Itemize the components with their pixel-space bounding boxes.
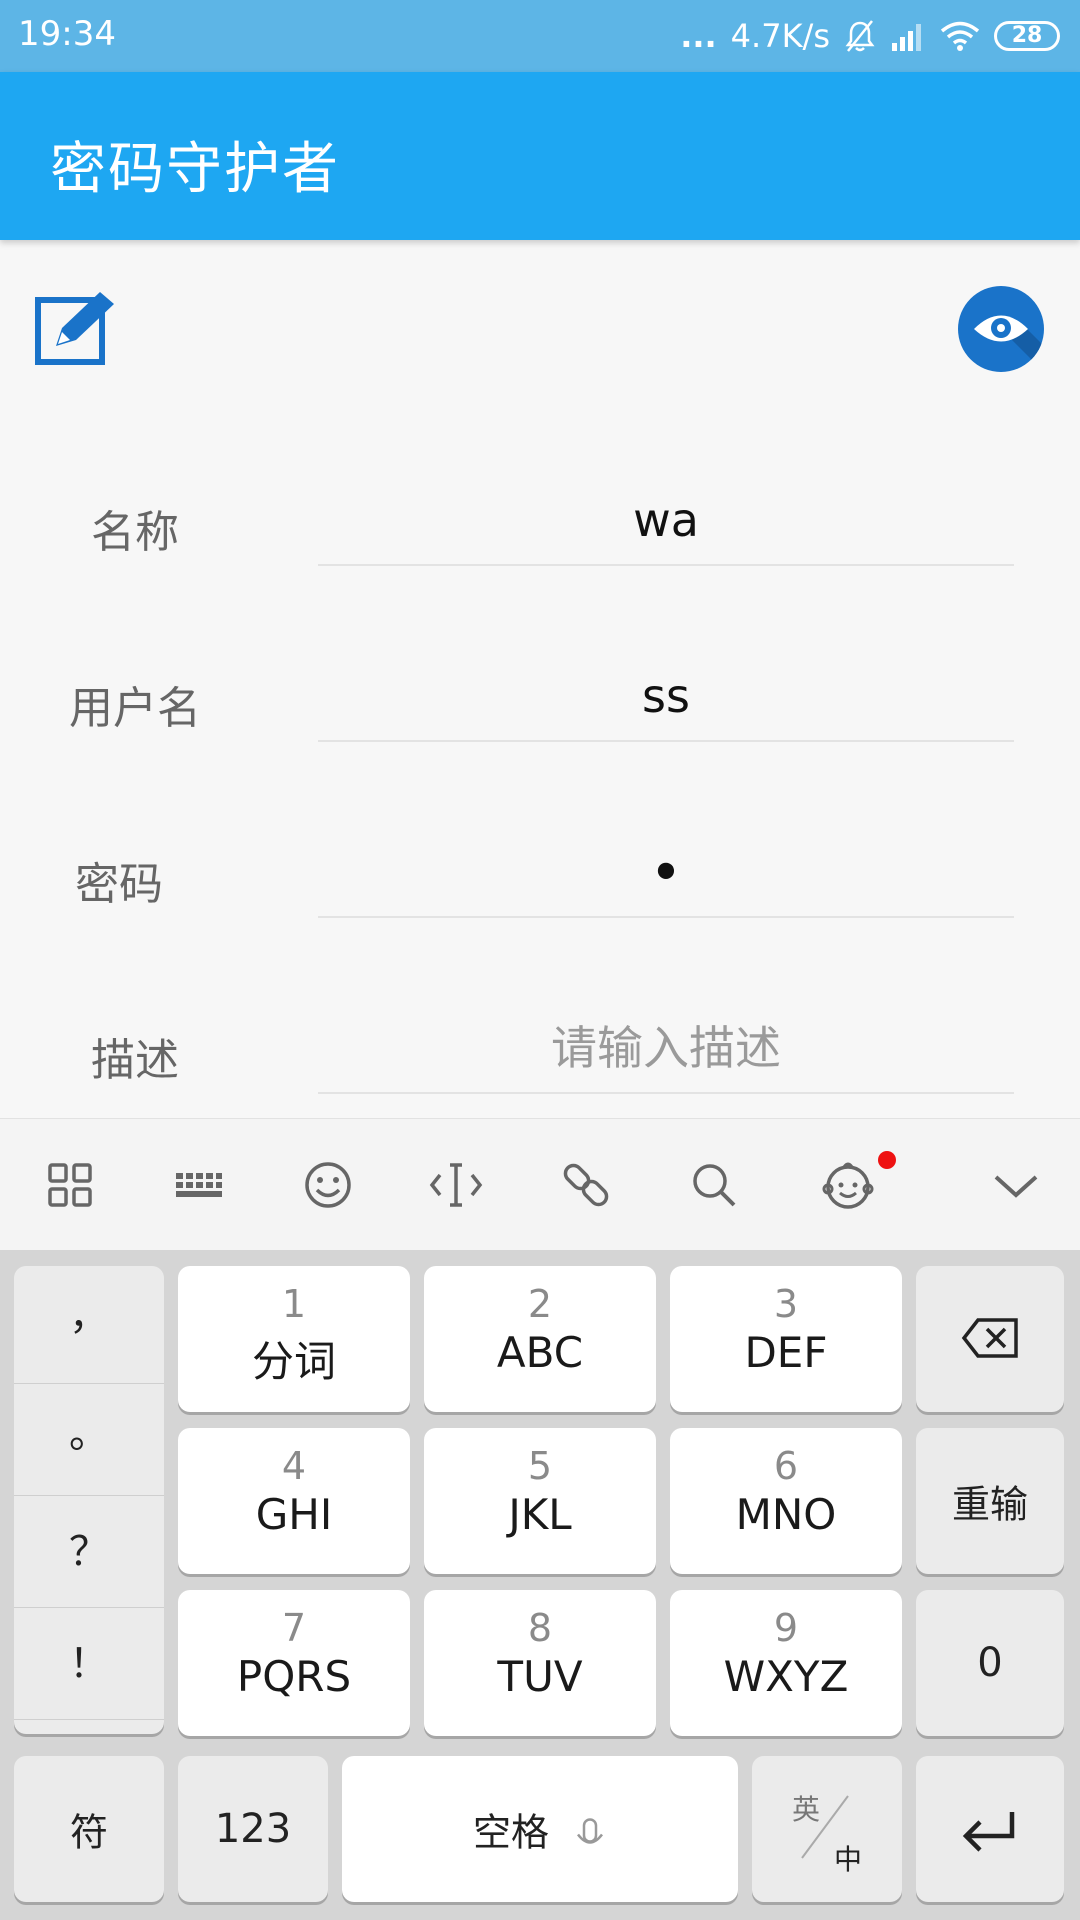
backspace-key[interactable] <box>916 1266 1064 1412</box>
punct-question[interactable]: ？ <box>14 1496 164 1608</box>
key-6-letters: MNO <box>735 1490 837 1539</box>
battery-icon: 28 <box>994 21 1060 51</box>
space-key[interactable]: 空格 <box>342 1756 738 1902</box>
description-field[interactable]: 请输入描述 <box>318 1020 1014 1080</box>
search-icon[interactable] <box>684 1155 744 1215</box>
password-underline <box>318 916 1014 918</box>
password-label: 密码 <box>75 859 163 910</box>
status-indicators: ... 4.7K/s 28 <box>680 12 1060 60</box>
backspace-icon <box>961 1318 1018 1358</box>
key-6-number: 6 <box>773 1444 799 1488</box>
baby-face-icon[interactable] <box>818 1155 878 1215</box>
status-time: 19:34 <box>18 14 116 54</box>
key-1-number: 1 <box>281 1282 307 1326</box>
form-row-password: 密码 • <box>0 820 1080 940</box>
app-bar: 密码守护者 <box>0 72 1080 240</box>
reset-key[interactable]: 重输 <box>916 1428 1064 1574</box>
more-notifications: ... <box>680 17 717 55</box>
keyboard: ， 。 ？ ！ 1 分词 2 ABC 3 DEF 4 GHI 5 JKL 6 M… <box>0 1250 1080 1920</box>
lang-bottom-label: 中 <box>834 1843 863 1876</box>
emoji-icon[interactable] <box>298 1155 358 1215</box>
key-3[interactable]: 3 DEF <box>670 1266 902 1412</box>
cursor-icon[interactable] <box>426 1155 486 1215</box>
username-label: 用户名 <box>69 683 201 734</box>
description-label: 描述 <box>91 1035 179 1086</box>
space-key-label: 空格 <box>342 1802 738 1857</box>
description-underline <box>318 1092 1014 1094</box>
punctuation-column[interactable]: ， 。 ？ ！ <box>14 1266 164 1734</box>
symbols-key-label: 符 <box>69 1810 108 1855</box>
name-underline <box>318 564 1014 566</box>
key-4-letters: GHI <box>255 1490 333 1539</box>
key-2-number: 2 <box>527 1282 553 1326</box>
key-1[interactable]: 1 分词 <box>178 1266 410 1412</box>
language-switch-key[interactable]: 英 中 <box>752 1756 902 1902</box>
numeric-key-label: 123 <box>214 1806 292 1852</box>
space-label: 空格 <box>472 1810 549 1855</box>
key-7[interactable]: 7 PQRS <box>178 1590 410 1736</box>
form-row-name: 名称 wa <box>0 468 1080 588</box>
punct-period[interactable]: 。 <box>14 1384 164 1496</box>
key-3-letters: DEF <box>744 1328 828 1377</box>
key-1-letters: 分词 <box>251 1337 336 1386</box>
net-speed: 4.7K/s <box>730 17 830 55</box>
eye-icon <box>974 315 1044 372</box>
key-7-letters: PQRS <box>236 1652 352 1701</box>
key-8-letters: TUV <box>497 1652 583 1701</box>
zero-key-label: 0 <box>977 1640 1003 1686</box>
signal-icon <box>892 24 921 51</box>
key-4-number: 4 <box>281 1444 307 1488</box>
enter-key[interactable] <box>916 1756 1064 1902</box>
zero-key[interactable]: 0 <box>916 1590 1064 1736</box>
name-label: 名称 <box>91 507 179 558</box>
keyboard-toolbar <box>0 1118 1080 1250</box>
mic-icon <box>577 1817 604 1844</box>
chevron-down-icon[interactable] <box>986 1155 1046 1215</box>
key-3-number: 3 <box>773 1282 799 1326</box>
numeric-key[interactable]: 123 <box>178 1756 328 1902</box>
key-6[interactable]: 6 MNO <box>670 1428 902 1574</box>
form-row-description: 描述 请输入描述 <box>0 996 1080 1116</box>
link-icon[interactable] <box>556 1155 616 1215</box>
password-field[interactable]: • <box>318 844 1014 904</box>
notification-dot <box>878 1151 896 1169</box>
key-9[interactable]: 9 WXYZ <box>670 1590 902 1736</box>
key-5-number: 5 <box>527 1444 553 1488</box>
key-7-number: 7 <box>281 1606 307 1650</box>
app-title: 密码守护者 <box>50 137 340 202</box>
enter-icon <box>962 1812 1015 1852</box>
status-bar: 19:34 ... 4.7K/s 28 <box>0 0 1080 72</box>
key-5[interactable]: 5 JKL <box>424 1428 656 1574</box>
symbols-key[interactable]: 符 <box>14 1756 164 1902</box>
punct-comma[interactable]: ， <box>14 1266 164 1384</box>
key-4[interactable]: 4 GHI <box>178 1428 410 1574</box>
punct-exclamation[interactable]: ！ <box>14 1608 164 1720</box>
key-9-number: 9 <box>773 1606 799 1650</box>
wifi-icon <box>940 21 980 51</box>
key-8[interactable]: 8 TUV <box>424 1590 656 1736</box>
username-underline <box>318 740 1014 742</box>
grid-icon[interactable] <box>40 1155 100 1215</box>
key-2-letters: ABC <box>496 1328 584 1377</box>
reveal-password-button[interactable] <box>958 286 1044 372</box>
form-row-username: 用户名 ss <box>0 644 1080 764</box>
key-8-number: 8 <box>527 1606 553 1650</box>
name-field[interactable]: wa <box>318 492 1014 552</box>
key-2[interactable]: 2 ABC <box>424 1266 656 1412</box>
reset-key-label: 重输 <box>951 1482 1028 1527</box>
key-5-letters: JKL <box>508 1490 572 1539</box>
username-field[interactable]: ss <box>318 668 1014 728</box>
keyboard-icon[interactable] <box>168 1155 228 1215</box>
key-9-letters: WXYZ <box>723 1652 849 1701</box>
edit-icon[interactable] <box>34 288 122 368</box>
bell-muted-icon <box>845 20 875 52</box>
